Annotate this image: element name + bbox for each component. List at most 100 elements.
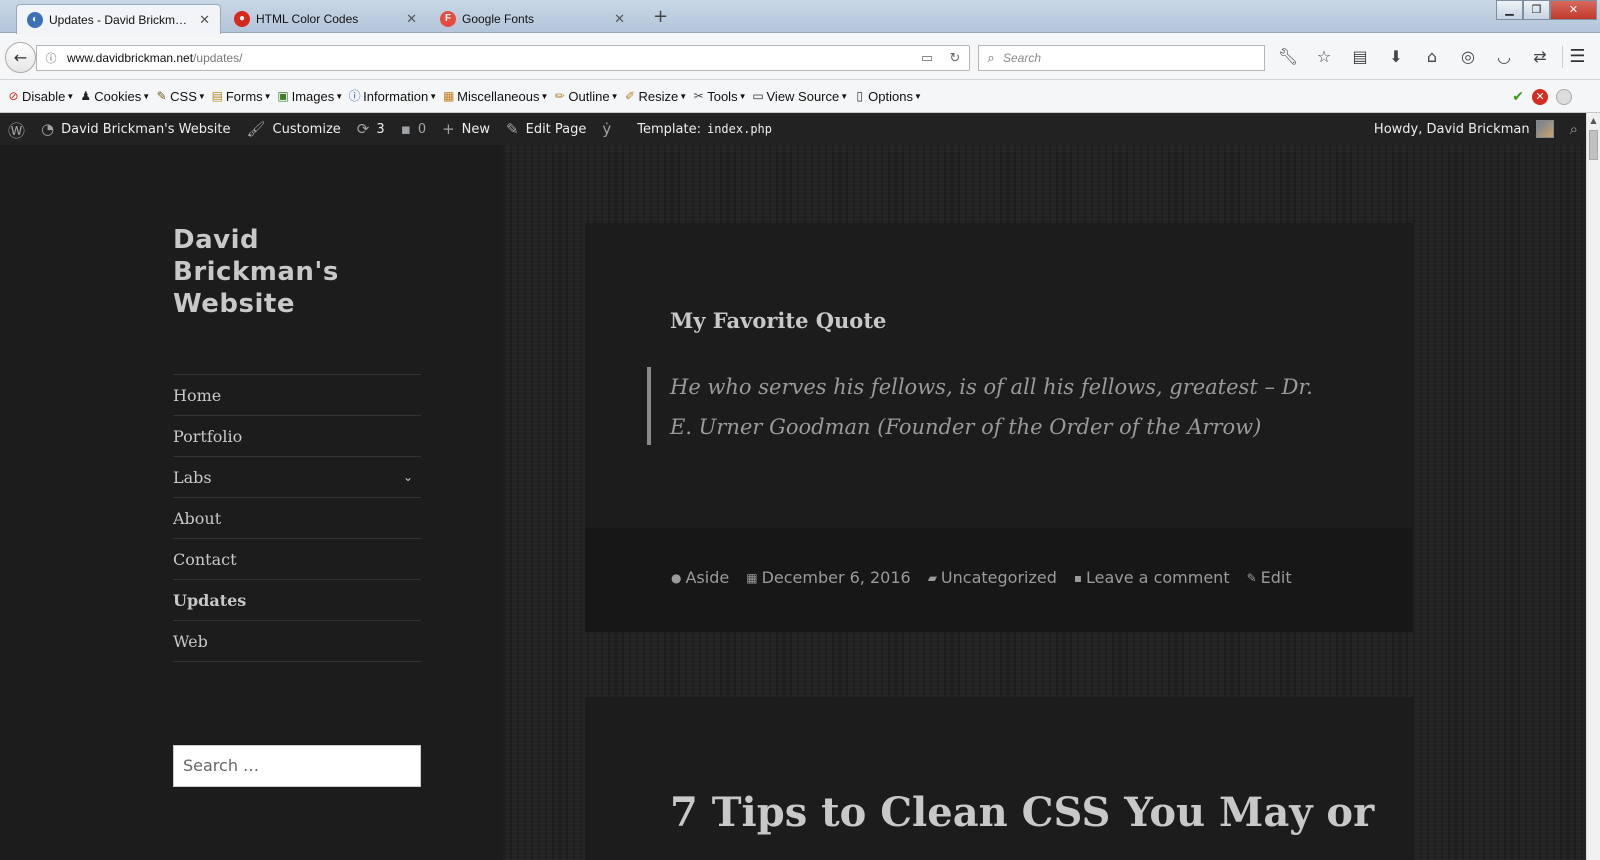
dropdown-caret-icon: ▼ bbox=[429, 91, 438, 101]
star-icon[interactable]: ☆ bbox=[1306, 46, 1342, 68]
globe-icon[interactable]: ◎ bbox=[1450, 46, 1486, 68]
nav-item-about[interactable]: About bbox=[173, 498, 421, 539]
window-close-icon[interactable]: ✕ bbox=[1550, 0, 1597, 20]
reader-view-icon[interactable]: ▭ bbox=[913, 51, 941, 66]
home-icon[interactable]: ⌂ bbox=[1414, 46, 1450, 68]
close-tab-icon[interactable]: ✕ bbox=[199, 12, 210, 28]
nav-item-home[interactable]: Home bbox=[173, 375, 421, 416]
vertical-scrollbar[interactable]: ▲ bbox=[1586, 113, 1600, 860]
scrollbar-thumb[interactable] bbox=[1589, 130, 1598, 160]
dev-menu-cookies[interactable]: ♟ Cookies ▼ bbox=[78, 89, 150, 104]
admin-bar-new[interactable]: + New bbox=[434, 113, 498, 145]
admin-bar-account[interactable]: Howdy, David Brickman bbox=[1366, 113, 1562, 145]
valid-checkmark-icon[interactable]: ✔ bbox=[1512, 89, 1524, 105]
admin-bar-site-name[interactable]: ◔ David Brickman's Website bbox=[33, 113, 238, 145]
folder-icon: ▰ bbox=[927, 570, 937, 585]
address-bar[interactable]: ⓘ www.davidbrickman.net/updates/ ▭ ↻ bbox=[36, 45, 970, 71]
dev-menu-label: Resize bbox=[638, 88, 679, 104]
dev-menu-options[interactable]: ▯ Options ▼ bbox=[852, 89, 922, 104]
admin-bar-updates[interactable]: ⟳ 3 bbox=[349, 113, 393, 145]
wordpress-logo[interactable]: Ⓦ bbox=[0, 113, 33, 145]
post-edit-link[interactable]: ✎ Edit bbox=[1247, 568, 1292, 587]
post-date[interactable]: ▦ December 6, 2016 bbox=[746, 568, 910, 587]
admin-bar-search[interactable]: ⌕ bbox=[1562, 113, 1586, 145]
close-tab-icon[interactable]: ✕ bbox=[406, 11, 417, 27]
outline-icon: ✏ bbox=[554, 89, 565, 103]
window-controls: ▁ ❐ ✕ bbox=[1496, 0, 1597, 20]
search-input[interactable]: Search … bbox=[173, 745, 421, 787]
tab-html-color-codes[interactable]: ● HTML Color Codes ✕ bbox=[224, 4, 427, 33]
admin-bar-yoast[interactable]: ẏ bbox=[594, 113, 619, 145]
edit-page-label: Edit Page bbox=[525, 121, 587, 137]
post-comments-link[interactable]: ▪ Leave a comment bbox=[1074, 568, 1230, 587]
dev-menu-images[interactable]: ▣ Images ▼ bbox=[276, 89, 344, 104]
dev-menu-outline[interactable]: ✏ Outline ▼ bbox=[552, 89, 619, 104]
url-path: /updates/ bbox=[193, 51, 243, 65]
comment-icon: ▪ bbox=[400, 120, 411, 138]
dev-menu-miscellaneous[interactable]: ▦ Miscellaneous ▼ bbox=[441, 89, 548, 104]
site-name-label: David Brickman's Website bbox=[61, 121, 231, 137]
pocket-icon[interactable]: ◡ bbox=[1486, 46, 1522, 68]
hamburger-menu-icon[interactable]: ☰ bbox=[1562, 46, 1592, 68]
maximize-icon[interactable]: ❐ bbox=[1523, 0, 1550, 20]
status-neutral-icon[interactable] bbox=[1556, 89, 1572, 105]
sync-icon[interactable]: ⇄ bbox=[1522, 46, 1558, 68]
post-title[interactable]: 7 Tips to Clean CSS You May or bbox=[670, 789, 1374, 836]
updates-count: 3 bbox=[376, 121, 385, 137]
chevron-down-icon[interactable]: ⌄ bbox=[403, 470, 421, 484]
aside-icon: ● bbox=[671, 570, 682, 585]
css-icon: ✎ bbox=[156, 89, 167, 103]
main-navigation: Home Portfolio Labs ⌄ About Contact Updates Web bbox=[173, 374, 421, 662]
tab-google-fonts[interactable]: F Google Fonts ✕ bbox=[430, 4, 635, 33]
wrench-icon[interactable]: 🔧︎ bbox=[1270, 46, 1306, 68]
url-text[interactable]: www.davidbrickman.net/updates/ bbox=[67, 51, 913, 65]
resize-icon: ✐ bbox=[625, 89, 636, 103]
nav-item-labs[interactable]: Labs ⌄ bbox=[173, 457, 421, 498]
pencil-icon: ✎ bbox=[506, 120, 519, 138]
search-bar[interactable]: ⌕ Search bbox=[978, 45, 1265, 71]
post-category[interactable]: ▰ Uncategorized bbox=[928, 568, 1057, 587]
close-tab-icon[interactable]: ✕ bbox=[614, 11, 625, 27]
site-title[interactable]: David Brickman's Website bbox=[173, 224, 433, 320]
post-format[interactable]: ● Aside bbox=[671, 568, 729, 587]
post-edit-label: Edit bbox=[1260, 568, 1292, 587]
scroll-up-arrow-icon[interactable]: ▲ bbox=[1587, 113, 1600, 129]
dev-menu-view-source[interactable]: ▭ View Source ▼ bbox=[751, 89, 848, 104]
download-icon[interactable]: ⬇ bbox=[1378, 46, 1414, 68]
back-arrow-icon[interactable]: ← bbox=[5, 42, 36, 73]
wp-admin-bar: Ⓦ ◔ David Brickman's Website 🖌︎ Customize … bbox=[0, 113, 1586, 145]
dev-menu-label: Information bbox=[363, 88, 429, 104]
navigation-toolbar: ← ⓘ www.davidbrickman.net/updates/ ▭ ↻ ⌕… bbox=[0, 33, 1600, 80]
admin-bar-customize[interactable]: 🖌︎ Customize bbox=[238, 113, 348, 145]
post-title[interactable]: My Favorite Quote bbox=[670, 308, 886, 333]
plus-icon: + bbox=[442, 120, 455, 138]
dev-menu-css[interactable]: ✎ CSS ▼ bbox=[154, 89, 206, 104]
reload-icon[interactable]: ↻ bbox=[941, 51, 969, 66]
dev-menu-disable[interactable]: ⊘ Disable ▼ bbox=[6, 89, 74, 104]
nav-item-web[interactable]: Web bbox=[173, 621, 421, 662]
nav-item-portfolio[interactable]: Portfolio bbox=[173, 416, 421, 457]
template-file: index.php bbox=[706, 122, 773, 136]
minimize-icon[interactable]: ▁ bbox=[1496, 0, 1523, 20]
dev-menu-label: Forms bbox=[225, 88, 263, 104]
admin-bar-template[interactable]: Template: index.php bbox=[629, 113, 780, 145]
dropdown-caret-icon: ▼ bbox=[540, 91, 549, 101]
plus-icon[interactable]: + bbox=[653, 6, 668, 27]
dev-menu-resize[interactable]: ✐ Resize ▼ bbox=[623, 88, 688, 104]
dev-menu-forms[interactable]: ▤ Forms ▼ bbox=[210, 89, 272, 104]
dev-menu-tools[interactable]: ✂ Tools ▼ bbox=[691, 89, 747, 104]
nav-item-label: Labs bbox=[173, 467, 212, 487]
nav-item-label: Updates bbox=[173, 590, 247, 610]
dropdown-caret-icon: ▼ bbox=[679, 91, 688, 101]
info-icon[interactable]: ⓘ bbox=[41, 50, 61, 66]
tab-updates[interactable]: ◐ Updates - David Brickman'... ✕ bbox=[16, 4, 221, 34]
reader-icon[interactable]: ▤ bbox=[1342, 46, 1378, 68]
admin-bar-comments[interactable]: ▪ 0 bbox=[393, 113, 434, 145]
nav-item-contact[interactable]: Contact bbox=[173, 539, 421, 580]
dev-menu-label: CSS bbox=[170, 88, 197, 104]
nav-item-updates[interactable]: Updates bbox=[173, 580, 421, 621]
dropdown-caret-icon: ▼ bbox=[335, 91, 344, 101]
admin-bar-edit-page[interactable]: ✎ Edit Page bbox=[498, 113, 594, 145]
error-icon[interactable]: ✕ bbox=[1532, 89, 1548, 105]
dev-menu-information[interactable]: ⓘ Information ▼ bbox=[347, 89, 437, 104]
